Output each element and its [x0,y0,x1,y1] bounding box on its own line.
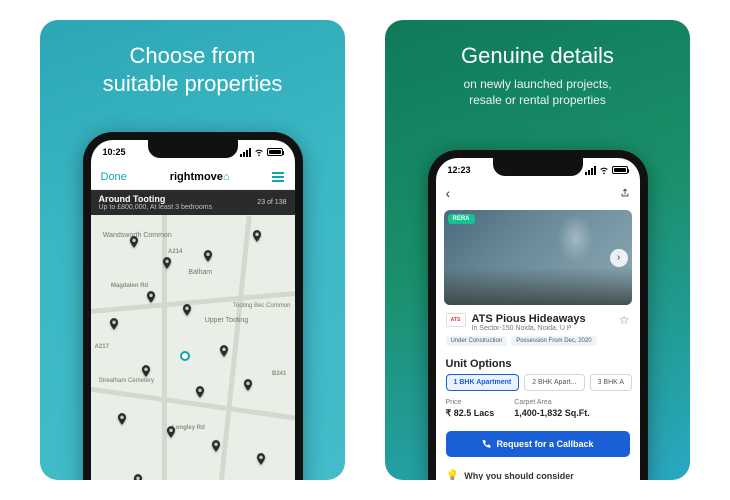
map-pin-icon[interactable] [131,473,145,480]
notch [493,158,583,176]
project-tags: Under Construction Possession From Dec, … [436,336,640,352]
menu-icon[interactable] [272,172,284,182]
map-pin-icon[interactable] [139,364,153,378]
area-value: 1,400-1,832 Sq.Ft. [514,408,590,418]
map-pin-icon[interactable] [115,412,129,426]
nav-bar: Done rightmove⌂ [91,164,295,190]
back-button[interactable]: Done [101,171,127,183]
map-label: Balham [188,269,212,276]
unit-chip[interactable]: 2 BHK Apart... [524,374,584,391]
price-value: ₹ 82.5 Lacs [446,408,495,419]
unit-details: Price ₹ 82.5 Lacs Carpet Area 1,400-1,83… [436,391,640,425]
cta-label: Request for a Callback [496,439,593,449]
headline: Choose from suitable properties [103,42,283,97]
battery-icon [612,166,628,174]
developer-logo: ATS [446,313,466,327]
phone-mockup: 12:23 ‹ RERA › ATS ATS Pious Hideaways [428,150,648,480]
rera-badge: RERA [448,214,475,224]
status-time: 12:23 [448,165,471,175]
unit-options-title: Unit Options [436,352,640,374]
map-pin-icon[interactable] [144,290,158,304]
phone-icon [481,439,491,449]
status-time: 10:25 [103,147,126,157]
map-pin-icon[interactable] [254,452,268,466]
unit-chip[interactable]: 1 BHK Apartment [446,374,520,391]
filter-criteria: Up to £800,000, At least 3 bedrooms [99,204,213,211]
callback-button[interactable]: Request for a Callback [446,431,630,457]
why-consider-section[interactable]: 💡 Why you should consider [436,463,640,480]
unit-chips: 1 BHK Apartment 2 BHK Apart... 3 BHK A [436,374,640,391]
signal-icon [240,148,251,157]
headline: Genuine details [461,42,614,70]
promo-panel-right: Genuine details on newly launched projec… [385,20,690,480]
possession-tag: Possession From Dec, 2020 [511,336,596,346]
price-label: Price [446,399,462,406]
project-location: In Sector-150 Noida, Noida, U P [472,325,586,332]
map-pin-icon[interactable] [193,385,207,399]
project-hero-image[interactable]: RERA › [444,210,632,305]
top-bar: ‹ [436,182,640,204]
map-pin-icon[interactable] [164,425,178,439]
favorite-icon[interactable]: ☆ [619,313,630,327]
map-view[interactable]: Wandsworth Common Balham Upper Tooting T… [91,215,295,480]
map-pin-icon[interactable] [107,317,121,331]
unit-chip[interactable]: 3 BHK A [590,374,632,391]
map-pin-icon[interactable] [127,235,141,249]
map-pin-icon[interactable] [160,256,174,270]
signal-icon [585,166,596,175]
promo-panel-left: Choose from suitable properties 10:25 Do… [40,20,345,480]
wifi-icon [599,165,609,175]
map-label: Upper Tooting [205,317,248,324]
phone-mockup: 10:25 Done rightmove⌂ Around Tooting Up … [83,132,303,480]
map-center-icon [180,351,190,361]
map-pin-icon[interactable] [217,344,231,358]
map-label: Tooting Bec Common [233,303,290,309]
map-pin-icon[interactable] [209,439,223,453]
next-image-icon[interactable]: › [610,249,628,267]
bulb-icon: 💡 [446,469,460,480]
filter-location: Around Tooting [99,194,213,204]
wifi-icon [254,147,264,157]
phone-screen: 10:25 Done rightmove⌂ Around Tooting Up … [91,140,295,480]
battery-icon [267,148,283,156]
back-icon[interactable]: ‹ [446,185,451,201]
status-tag: Under Construction [446,336,508,346]
result-count: 23 of 138 [257,199,286,206]
project-name: ATS Pious Hideaways [472,313,586,325]
map-pin-icon[interactable] [180,303,194,317]
map-pin-icon[interactable] [241,378,255,392]
area-label: Carpet Area [514,399,551,406]
subheadline: on newly launched projects, resale or re… [463,76,611,108]
map-label: Streatham Cemetery [99,378,154,384]
project-header: ATS ATS Pious Hideaways In Sector-150 No… [436,305,640,336]
why-label: Why you should consider [464,471,574,481]
notch [148,140,238,158]
app-brand: rightmove⌂ [170,171,230,183]
filter-bar[interactable]: Around Tooting Up to £800,000, At least … [91,190,295,215]
share-icon[interactable] [620,187,630,199]
phone-screen: 12:23 ‹ RERA › ATS ATS Pious Hideaways [436,158,640,480]
map-pin-icon[interactable] [201,249,215,263]
map-pin-icon[interactable] [250,229,264,243]
map-pin-icon[interactable] [184,479,198,480]
